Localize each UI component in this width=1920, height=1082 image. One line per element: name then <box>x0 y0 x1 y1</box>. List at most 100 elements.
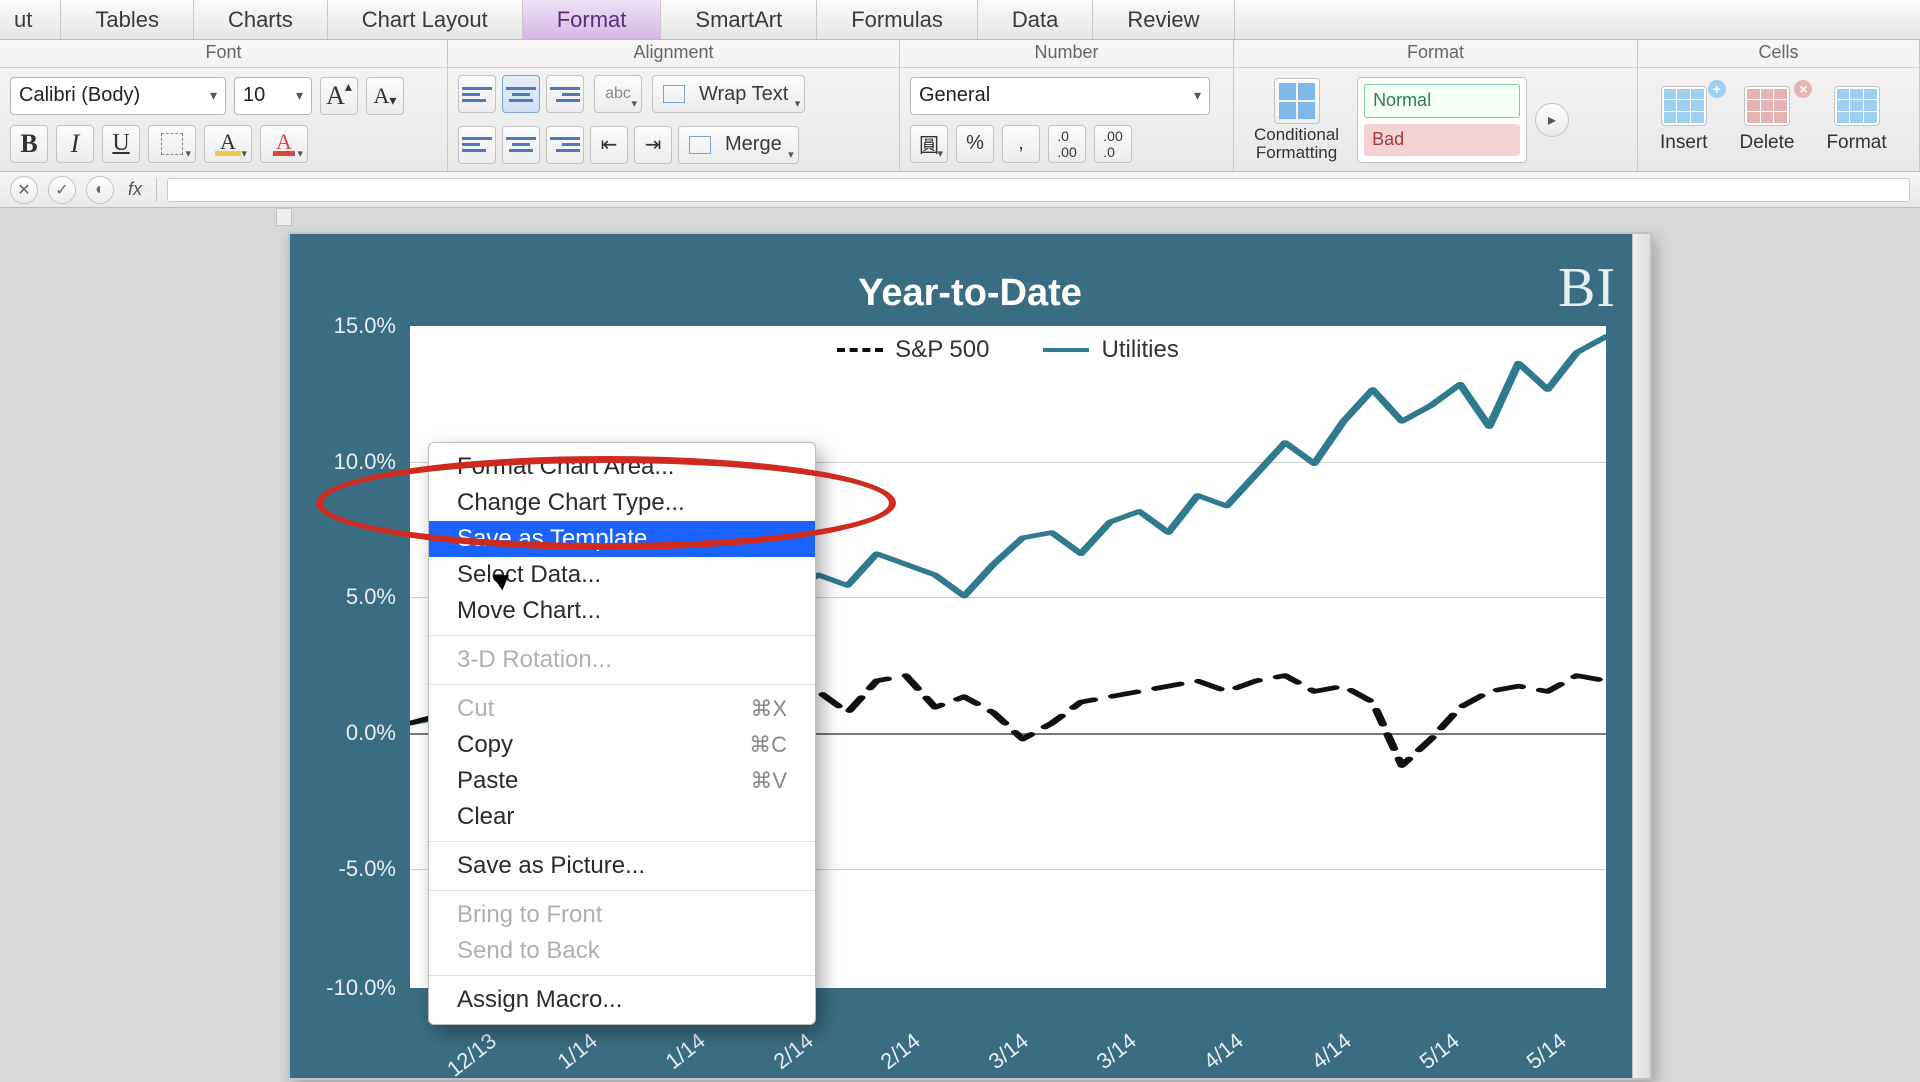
menu-item-label: Select Data... <box>457 561 601 589</box>
wrap-text-button[interactable]: Wrap Text <box>652 75 805 113</box>
ruler-handle[interactable] <box>276 208 292 226</box>
orientation-button[interactable]: abc <box>594 75 642 113</box>
insert-cells-button[interactable]: + Insert <box>1648 86 1720 154</box>
align-middle-button[interactable] <box>502 75 540 113</box>
menu-item[interactable]: Clear <box>429 799 815 835</box>
increase-indent-button[interactable]: ⇥ <box>634 126 672 164</box>
menu-item: 3-D Rotation... <box>429 642 815 678</box>
merge-icon <box>689 136 711 154</box>
worksheet-canvas[interactable]: Year-to-Date BI 15.0% 10.0% 5.0% 0.0% -5… <box>0 208 1920 1080</box>
merge-button[interactable]: Merge <box>678 126 799 164</box>
menu-item-label: Format Chart Area... <box>457 453 674 481</box>
italic-button[interactable]: I <box>56 125 94 163</box>
menu-item[interactable]: Change Chart Type... <box>429 485 815 521</box>
formula-input[interactable] <box>167 178 1910 202</box>
menu-item: Send to Back <box>429 933 815 969</box>
group-number-title: Number <box>900 40 1233 68</box>
font-size-value: 10 <box>243 84 265 107</box>
chart-scrollbar[interactable] <box>1632 234 1650 1078</box>
number-format-combo[interactable]: General ▾ <box>910 77 1210 115</box>
tab-data[interactable]: Data <box>978 0 1093 39</box>
delete-cells-button[interactable]: × Delete <box>1728 86 1807 154</box>
menu-item-shortcut: ⌘C <box>749 732 787 758</box>
tab-tables[interactable]: Tables <box>61 0 194 39</box>
plus-badge-icon: + <box>1708 80 1726 98</box>
align-left-icon <box>462 134 492 156</box>
menu-item[interactable]: Select Data... <box>429 557 815 593</box>
align-right-button[interactable] <box>546 126 584 164</box>
style-normal[interactable]: Normal <box>1364 84 1520 118</box>
menu-separator <box>429 975 815 976</box>
menu-separator <box>429 841 815 842</box>
fill-color-button[interactable]: A <box>204 125 252 163</box>
group-number: Number General ▾ 圓 % , .0.00 .00.0 <box>900 40 1234 171</box>
comma-icon: , <box>1018 132 1024 155</box>
indent-icon: ⇥ <box>645 132 662 157</box>
underline-button[interactable]: U <box>102 125 140 163</box>
fill-icon: A <box>215 131 241 156</box>
comma-button[interactable]: , <box>1002 125 1040 163</box>
brand-logo: BI <box>1558 256 1616 320</box>
tab-review[interactable]: Review <box>1093 0 1234 39</box>
menu-item-label: 3-D Rotation... <box>457 646 612 674</box>
format-cells-button[interactable]: Format <box>1814 86 1898 154</box>
accept-formula-button[interactable]: ✓ <box>48 176 76 204</box>
formula-history-button[interactable]: ◐ <box>86 176 114 204</box>
menu-item[interactable]: Move Chart... <box>429 593 815 629</box>
font-name-combo[interactable]: Calibri (Body) ▾ <box>10 77 226 115</box>
x-icon: ✕ <box>17 180 30 200</box>
outdent-icon: ⇤ <box>601 132 618 157</box>
menu-item-shortcut: ⌘X <box>750 696 787 722</box>
menu-item[interactable]: Assign Macro... <box>429 982 815 1018</box>
menu-separator <box>429 684 815 685</box>
tab-formulas[interactable]: Formulas <box>817 0 978 39</box>
percent-icon: % <box>966 132 984 155</box>
align-left-button[interactable] <box>458 126 496 164</box>
menu-item-label: Bring to Front <box>457 901 602 929</box>
align-top-icon <box>462 83 492 105</box>
currency-icon: 圓 <box>919 129 939 158</box>
font-color-button[interactable]: A <box>260 125 308 163</box>
menu-separator <box>429 890 815 891</box>
menu-item[interactable]: Save as Picture... <box>429 848 815 884</box>
insert-icon: + <box>1661 86 1707 126</box>
menu-item-shortcut: ⌘V <box>750 768 787 794</box>
align-top-button[interactable] <box>458 75 496 113</box>
style-bad[interactable]: Bad <box>1364 124 1520 156</box>
grow-font-button[interactable]: A▴ <box>320 77 358 115</box>
menu-item-label: Change Chart Type... <box>457 489 685 517</box>
tab-charts[interactable]: Charts <box>194 0 328 39</box>
align-bottom-button[interactable] <box>546 75 584 113</box>
menu-item[interactable]: Format Chart Area... <box>429 449 815 485</box>
align-middle-icon <box>506 83 536 105</box>
chevron-down-icon: ▾ <box>1194 87 1201 104</box>
cancel-formula-button[interactable]: ✕ <box>10 176 38 204</box>
shrink-font-button[interactable]: A▾ <box>366 77 404 115</box>
menu-item[interactable]: Paste⌘V <box>429 763 815 799</box>
group-font: Font Calibri (Body) ▾ 10 ▾ A▴ <box>0 40 448 171</box>
format-cells-icon <box>1834 86 1880 126</box>
decrease-decimal-button[interactable]: .00.0 <box>1094 125 1132 163</box>
bold-button[interactable]: B <box>10 125 48 163</box>
cell-styles-gallery[interactable]: Normal Bad <box>1357 77 1527 163</box>
menu-item[interactable]: Copy⌘C <box>429 727 815 763</box>
borders-button[interactable] <box>148 125 196 163</box>
currency-button[interactable]: 圓 <box>910 125 948 163</box>
increase-decimal-button[interactable]: .0.00 <box>1048 125 1086 163</box>
conditional-formatting-button[interactable]: Conditional Formatting <box>1244 78 1349 162</box>
ribbon: Font Calibri (Body) ▾ 10 ▾ A▴ <box>0 40 1920 172</box>
y-tick-label: 0.0% <box>346 720 396 746</box>
font-size-combo[interactable]: 10 ▾ <box>234 77 312 115</box>
styles-more-button[interactable]: ▸ <box>1535 103 1569 137</box>
align-center-icon <box>506 134 536 156</box>
tab-layout-cut[interactable]: ut <box>0 0 61 39</box>
tab-smartart[interactable]: SmartArt <box>661 0 817 39</box>
font-name-value: Calibri (Body) <box>19 84 140 107</box>
group-font-title: Font <box>0 40 447 68</box>
percent-button[interactable]: % <box>956 125 994 163</box>
decrease-indent-button[interactable]: ⇤ <box>590 126 628 164</box>
align-center-button[interactable] <box>502 126 540 164</box>
menu-item[interactable]: Save as Template... <box>429 521 815 557</box>
tab-chart-layout[interactable]: Chart Layout <box>328 0 523 39</box>
tab-format[interactable]: Format <box>523 0 662 39</box>
